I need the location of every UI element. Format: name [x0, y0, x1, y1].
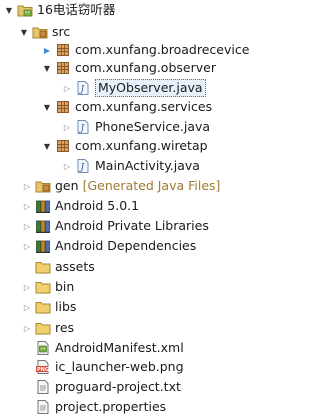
expand-toggle-icon[interactable]: ▷: [22, 219, 32, 233]
file-label: AndroidManifest.xml: [55, 340, 184, 355]
library-label: Android Private Libraries: [55, 218, 209, 233]
tree-row-file[interactable]: PNG ic_launcher-web.png: [0, 357, 276, 377]
package-icon: [55, 42, 71, 58]
package-explorer-tree: ▼ 16电话窃听器 ▼ src ▶ com.xunfang.broadrecev…: [0, 0, 276, 417]
tree-row-folder[interactable]: assets: [0, 257, 276, 277]
expand-toggle-icon[interactable]: ▼: [19, 25, 29, 39]
expand-toggle-icon[interactable]: ▶: [42, 43, 52, 57]
folder-label: res: [55, 320, 75, 335]
expand-toggle-icon[interactable]: ▼: [42, 139, 52, 153]
project-name: 16电话窃听器: [37, 2, 116, 17]
tree-row-folder[interactable]: ▷ bin: [0, 277, 276, 297]
package-label: com.xunfang.services: [75, 99, 213, 114]
expand-toggle-icon[interactable]: ▷: [22, 199, 32, 213]
expand-toggle-icon[interactable]: ▷: [22, 239, 32, 253]
expand-toggle-icon[interactable]: ▼: [42, 100, 52, 114]
expand-toggle-icon[interactable]: ▷: [62, 81, 72, 95]
tree-row-file[interactable]: proguard-project.txt: [0, 377, 276, 397]
expand-toggle-icon[interactable]: ▷: [22, 300, 32, 314]
gen-decoration: [Generated Java Files]: [82, 178, 221, 193]
folder-label: bin: [55, 279, 75, 294]
java-file-icon: J: [75, 119, 91, 135]
package-label: com.xunfang.wiretap: [75, 138, 208, 153]
tree-row-package[interactable]: ▼ com.xunfang.wiretap: [0, 136, 276, 156]
file-label: project.properties: [55, 399, 167, 414]
tree-row-gen[interactable]: ▷ gen [Generated Java Files]: [0, 176, 276, 196]
tree-row-package[interactable]: ▼ com.xunfang.observer: [0, 58, 276, 78]
folder-label: libs: [55, 299, 77, 314]
package-icon: [55, 99, 71, 115]
library-label: Android Dependencies: [55, 238, 197, 253]
android-project-icon: [17, 2, 33, 18]
gen-label: gen: [55, 178, 79, 193]
expand-toggle-icon[interactable]: ▷: [22, 280, 32, 294]
tree-row-folder[interactable]: ▷ res: [0, 318, 276, 338]
package-icon: [55, 60, 71, 76]
java-file-icon: J: [75, 158, 91, 174]
tree-row-file[interactable]: AndroidManifest.xml: [0, 338, 276, 358]
java-file-icon: J: [75, 80, 91, 96]
generated-source-folder-icon: [35, 178, 51, 194]
svg-text:PNG: PNG: [37, 367, 49, 373]
tree-row-library[interactable]: ▷ Android Dependencies: [0, 236, 276, 256]
text-file-icon: [35, 379, 51, 395]
file-label: proguard-project.txt: [55, 379, 181, 394]
source-folder-icon: [32, 24, 48, 40]
package-icon: [55, 138, 71, 154]
tree-row-library[interactable]: ▷ Android Private Libraries: [0, 216, 276, 236]
tree-row-java-file[interactable]: ▷ J PhoneService.java: [0, 117, 276, 137]
expand-toggle-icon[interactable]: ▼: [42, 61, 52, 75]
folder-icon: [35, 259, 51, 275]
package-label: com.xunfang.broadrecevice: [75, 42, 250, 57]
tree-row-file[interactable]: project.properties: [0, 397, 276, 417]
expand-toggle-icon[interactable]: ▷: [22, 179, 32, 193]
tree-row-java-file[interactable]: ▷ J MyObserver.java: [0, 78, 276, 98]
image-file-icon: PNG: [35, 359, 51, 375]
library-icon: [35, 238, 51, 254]
expand-toggle-icon[interactable]: ▷: [22, 321, 32, 335]
folder-icon: [35, 299, 51, 315]
expand-toggle-icon[interactable]: ▷: [62, 159, 72, 173]
java-file-label: MyObserver.java: [95, 79, 206, 97]
package-label: com.xunfang.observer: [75, 60, 216, 75]
tree-row-package[interactable]: ▼ com.xunfang.services: [0, 97, 276, 117]
library-icon: [35, 198, 51, 214]
tree-row-java-file[interactable]: ▷ J MainActivity.java: [0, 156, 276, 176]
file-label: ic_launcher-web.png: [55, 359, 184, 374]
folder-icon: [35, 279, 51, 295]
library-icon: [35, 218, 51, 234]
tree-row-project[interactable]: ▼ 16电话窃听器: [0, 0, 276, 20]
expand-toggle-icon[interactable]: ▼: [4, 3, 14, 17]
folder-label: assets: [55, 259, 95, 274]
src-label: src: [52, 24, 71, 39]
tree-row-library[interactable]: ▷ Android 5.0.1: [0, 196, 276, 216]
library-label: Android 5.0.1: [55, 198, 140, 213]
folder-icon: [35, 320, 51, 336]
java-file-label: MainActivity.java: [95, 158, 200, 173]
java-file-label: PhoneService.java: [95, 119, 211, 134]
tree-row-package[interactable]: ▶ com.xunfang.broadrecevice: [0, 40, 276, 60]
tree-row-src[interactable]: ▼ src: [0, 22, 276, 42]
properties-file-icon: [35, 399, 51, 415]
tree-row-folder[interactable]: ▷ libs: [0, 297, 276, 317]
android-manifest-icon: [35, 340, 51, 356]
expand-toggle-icon[interactable]: ▷: [62, 120, 72, 134]
